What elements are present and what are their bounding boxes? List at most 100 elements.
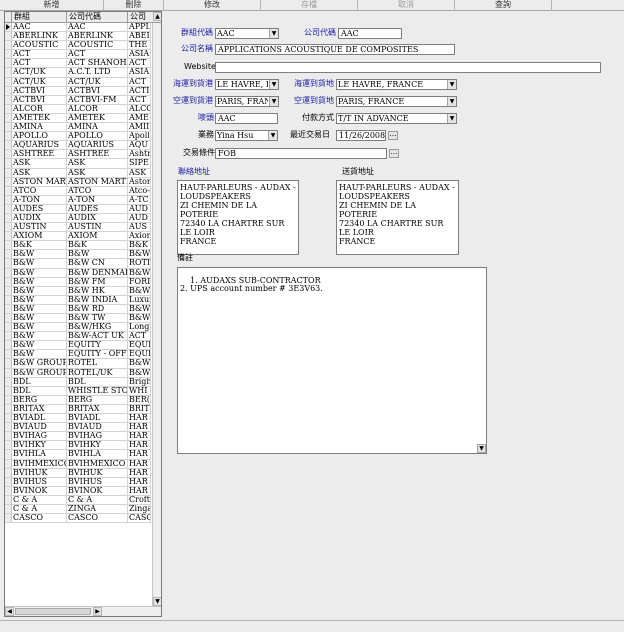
group-cell[interactable]: AUDES [12,204,67,213]
dropdown-arrow-icon[interactable]: ▼ [447,80,456,89]
company-code-cell[interactable]: EQUITY - OFFICE [67,350,128,359]
company-cell[interactable]: Luxur [128,295,151,304]
company-cell[interactable]: CASC [128,514,151,523]
company-code-cell[interactable]: BDL [67,377,128,386]
row-selector[interactable] [5,159,12,168]
table-row[interactable]: AAC AAC APPL [5,23,151,33]
row-selector[interactable] [5,68,12,77]
table-row[interactable]: ASK ASK ASK [5,168,151,178]
company-cell[interactable]: ALCO [128,104,151,113]
row-selector[interactable] [5,414,12,423]
group-cell[interactable]: CASCO [12,514,67,523]
group-cell[interactable]: ACT/UK [12,68,67,77]
company-cell[interactable]: Ashtr [128,150,151,159]
table-row[interactable]: BDL WHISTLE STOP WHI [5,386,151,396]
group-cell[interactable]: ALCOR [12,104,67,113]
company-cell[interactable]: HAR [128,414,151,423]
row-selector[interactable] [5,386,12,395]
company-code-cell[interactable]: B&W/HKG [67,323,128,332]
group-cell[interactable]: C & A [12,504,67,514]
company-cell[interactable]: ASIA [128,68,151,77]
scroll-right-arrow-icon[interactable]: ▶ [93,607,102,616]
company-code-cell[interactable]: ACTBVI [67,86,128,95]
group-cell[interactable]: BVINOK [12,486,67,495]
company-cell[interactable]: WHI [128,386,151,395]
company-cell[interactable]: HAR [128,441,151,450]
row-selector[interactable] [5,459,12,468]
company-cell[interactable]: AMII [128,123,151,132]
table-row[interactable]: BVIADL BVIADL HAR [5,414,151,424]
company-code-cell[interactable]: ABERLINK [67,32,128,41]
company-cell[interactable]: Apoll [128,132,151,141]
row-selector[interactable] [5,41,12,50]
row-selector[interactable] [5,241,12,250]
table-row[interactable]: AUSTIN AUSTIN AUS [5,223,151,233]
company-cell[interactable]: HAR [128,423,151,432]
company-code-cell[interactable]: BRITAX [67,404,128,414]
group-cell[interactable]: B&W [12,323,67,332]
company-code-cell[interactable]: AUDES [67,204,128,213]
trade-terms-field[interactable]: FOB [215,148,387,159]
company-code-cell[interactable]: WHISTLE STOP [67,386,128,395]
table-row[interactable]: B&W B&W FM FORI [5,277,151,287]
scroll-down-arrow-icon[interactable]: ▼ [153,597,161,606]
table-row[interactable]: AQUARIUS AQUARIUS AQU [5,141,151,151]
row-selector[interactable] [5,213,12,223]
row-selector[interactable] [5,350,12,359]
row-selector[interactable] [5,277,12,286]
table-row[interactable]: BDL BDL Brigh [5,377,151,387]
group-cell[interactable]: AXIOM [12,232,67,241]
table-row[interactable]: BERG BERG BER( [5,395,151,405]
payment-method-combo[interactable]: T/T IN ADVANCE ▼ [336,113,457,124]
table-row[interactable]: AMETEK AMETEK AME [5,113,151,124]
table-row[interactable]: ACTBVI ACTBVI ACTI [5,86,151,96]
current-row-indicator-icon[interactable] [5,23,12,32]
table-row[interactable]: BVIHAG BVIHAG HAR [5,432,151,442]
table-row[interactable]: AMINA AMINA AMII [5,123,151,133]
dropdown-arrow-icon[interactable]: ▼ [269,29,278,38]
company-cell[interactable]: A-TC [128,195,151,204]
company-code-cell[interactable]: BVINOK [67,486,128,495]
table-row[interactable]: B&W GROUP ROTEL B&W [5,359,151,369]
company-code-cell[interactable]: AUSTIN [67,223,128,232]
table-row[interactable]: AUDIX AUDIX AUD [5,213,151,224]
company-code-cell[interactable]: B&W CN [67,259,128,268]
company-cell[interactable]: EQUI [128,350,151,359]
group-cell[interactable]: ASK [12,159,67,168]
dropdown-arrow-icon[interactable]: ▼ [268,131,277,140]
company-cell[interactable]: SIPE [128,159,151,168]
row-selector[interactable] [5,468,12,477]
row-selector[interactable] [5,223,12,232]
table-row[interactable]: AUDES AUDES AUD [5,204,151,214]
company-code-cell[interactable]: BVIHUS [67,477,128,486]
table-row[interactable]: A-TON A-TON A-TC [5,195,151,205]
company-cell[interactable]: AUS [128,223,151,232]
row-selector[interactable] [5,286,12,295]
company-cell[interactable]: HAR [128,477,151,486]
group-cell[interactable]: B&W [12,268,67,277]
row-selector[interactable] [5,32,12,41]
air-port-combo[interactable]: PARIS, FRANC ▼ [215,96,279,107]
company-cell[interactable]: HAR [128,432,151,441]
row-selector[interactable] [5,377,12,386]
group-cell[interactable]: BVIHAG [12,432,67,441]
memo-scroll-down-icon[interactable]: ▼ [477,444,486,453]
table-row[interactable]: AXIOM AXIOM Axion [5,232,151,242]
company-cell[interactable]: HAR [128,468,151,477]
company-cell[interactable]: B&K [128,241,151,250]
group-cell[interactable]: ASK [12,168,67,177]
group-cell[interactable]: ABERLINK [12,32,67,41]
group-cell[interactable]: BERG [12,395,67,404]
company-cell[interactable]: ACT [128,332,151,341]
cancel-button[interactable]: 取消 [358,0,455,11]
group-cell[interactable]: B&W [12,332,67,341]
company-cell[interactable]: Croft [128,495,151,504]
company-code-cell[interactable]: CASCO [67,514,128,523]
group-cell[interactable]: AMETEK [12,113,67,123]
group-cell[interactable]: B&W [12,286,67,295]
company-code-cell[interactable]: BERG [67,395,128,404]
row-selector[interactable] [5,268,12,277]
company-cell[interactable]: THE [128,41,151,50]
company-cell[interactable]: ACT [128,77,151,86]
row-selector[interactable] [5,323,12,332]
